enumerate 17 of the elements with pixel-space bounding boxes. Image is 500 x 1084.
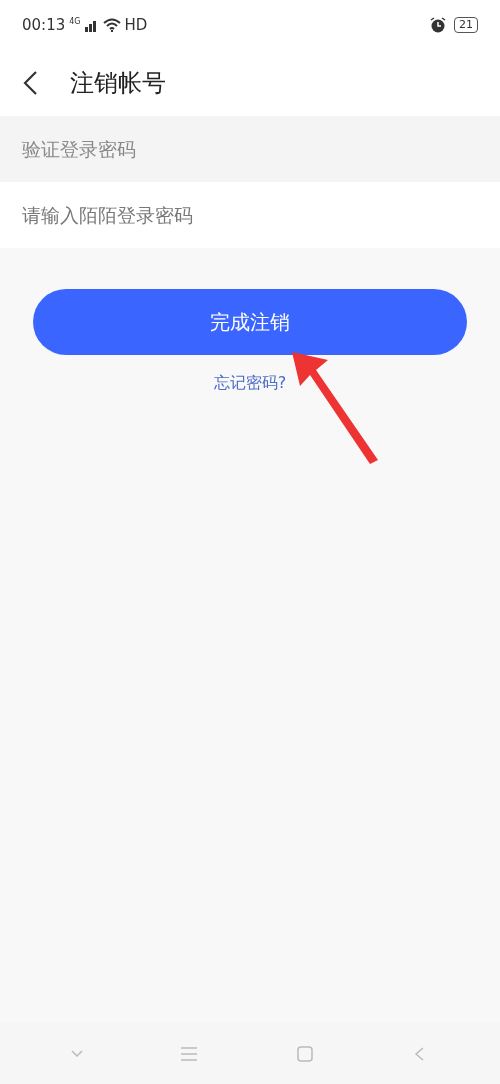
- chevron-down-icon: [70, 1050, 83, 1057]
- password-field[interactable]: 请输入陌陌登录密码: [0, 182, 500, 248]
- home-icon: [295, 1044, 314, 1063]
- forgot-password-link[interactable]: 忘记密码?: [213, 371, 287, 395]
- clock-time: 00:13: [22, 14, 66, 36]
- signal-icon: [84, 18, 99, 32]
- page-title: 注销帐号: [70, 68, 166, 99]
- battery-level: 21: [454, 17, 478, 33]
- back-button[interactable]: [22, 70, 38, 96]
- back-icon: [22, 70, 38, 96]
- network-label: 4G: [69, 15, 81, 28]
- section-label: 验证登录密码: [0, 116, 500, 182]
- alarm-icon: [430, 17, 446, 33]
- hd-label: HD: [124, 14, 148, 36]
- menu-icon: [180, 1044, 199, 1063]
- wifi-icon: [102, 18, 121, 32]
- submit-button[interactable]: 完成注销: [33, 289, 467, 355]
